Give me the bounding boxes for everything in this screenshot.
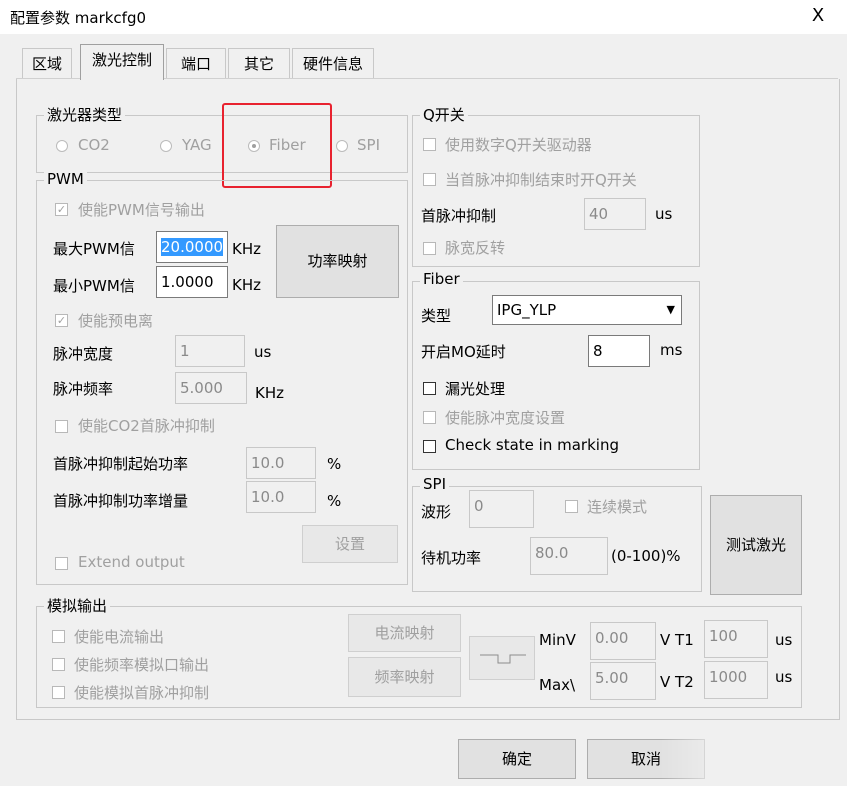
spi-label: SPI <box>420 475 449 493</box>
first-power-inc-label: 首脉冲抑制功率增量 <box>53 492 189 510</box>
chevron-down-icon: ▼ <box>666 303 675 316</box>
first-suppress-label: 首脉冲抑制 <box>421 207 497 225</box>
mo-delay-input[interactable]: 8 <box>588 335 650 367</box>
first-power-inc-unit: % <box>327 492 342 510</box>
ok-button[interactable]: 确定 <box>458 739 576 779</box>
freq-map-button[interactable]: 频率映射 <box>348 657 461 697</box>
pulse-width-unit: us <box>254 343 272 361</box>
enable-preion-checkbox[interactable]: ✓ <box>55 314 68 327</box>
enable-preion-label: 使能预电离 <box>78 312 154 330</box>
fiber-label: Fiber <box>420 270 463 288</box>
wave-label: 波形 <box>421 503 452 521</box>
enable-freq-checkbox[interactable] <box>52 658 65 671</box>
enable-width-label: 使能脉冲宽度设置 <box>445 409 566 427</box>
enable-co2-first-checkbox[interactable] <box>55 420 68 433</box>
tab-laser-control[interactable]: 激光控制 <box>80 44 164 80</box>
vt2-label: V T2 <box>660 673 694 691</box>
mo-delay-unit: ms <box>660 341 683 359</box>
continuous-checkbox[interactable] <box>565 500 578 513</box>
open-q-label: 当首脉冲抑制结束时开Q开关 <box>445 171 637 189</box>
use-digital-q-checkbox[interactable] <box>423 138 436 151</box>
enable-first-label: 使能模拟首脉冲抑制 <box>74 684 210 702</box>
tab-hardware-info[interactable]: 硬件信息 <box>292 48 374 79</box>
pulse-invert-label: 脉宽反转 <box>445 239 506 257</box>
maxv-label: Max\ <box>539 676 576 694</box>
wave-input[interactable]: 0 <box>469 490 534 528</box>
max-pwm-input[interactable]: 20.0000 <box>156 231 228 263</box>
first-start-power-label: 首脉冲抑制起始功率 <box>53 455 189 473</box>
standby-input[interactable]: 80.0 <box>530 537 608 575</box>
extend-output-label: Extend output <box>78 553 185 571</box>
enable-co2-first-label: 使能CO2首脉冲抑制 <box>78 417 215 435</box>
min-pwm-unit: KHz <box>232 276 261 294</box>
enable-freq-label: 使能频率模拟口输出 <box>74 656 210 674</box>
current-map-button[interactable]: 电流映射 <box>348 614 461 652</box>
standby-label: 待机功率 <box>421 549 482 567</box>
tab-other[interactable]: 其它 <box>228 48 290 79</box>
enable-pwm-checkbox[interactable]: ✓ <box>55 203 68 216</box>
minv-input[interactable]: 0.00 <box>590 622 656 660</box>
extend-output-checkbox[interactable] <box>55 557 68 570</box>
mo-delay-label: 开启MO延时 <box>421 343 506 361</box>
minv-label: MinV <box>539 631 576 649</box>
pwm-label: PWM <box>44 170 87 188</box>
check-state-label: Check state in marking <box>445 436 619 454</box>
power-map-button[interactable]: 功率映射 <box>276 225 399 298</box>
first-start-power-unit: % <box>327 455 342 473</box>
laser-type-label: 激光器类型 <box>44 104 126 125</box>
enable-current-checkbox[interactable] <box>52 630 65 643</box>
continuous-label: 连续模式 <box>587 498 648 516</box>
pulse-width-input[interactable]: 1 <box>175 335 245 367</box>
qswitch-label: Q开关 <box>420 104 468 125</box>
enable-width-checkbox[interactable] <box>423 411 436 424</box>
first-suppress-unit: us <box>655 205 673 223</box>
max-pwm-label: 最大PWM信 <box>53 240 135 258</box>
settings-button[interactable]: 设置 <box>302 525 398 563</box>
t1-unit: us <box>775 631 793 649</box>
first-suppress-input[interactable]: 40 <box>584 198 646 230</box>
tab-region[interactable]: 区域 <box>22 48 72 79</box>
max-pwm-unit: KHz <box>232 240 261 258</box>
highlight-annotation <box>222 103 332 188</box>
min-pwm-label: 最小PWM信 <box>53 277 135 295</box>
check-state-checkbox[interactable] <box>423 440 436 453</box>
waveform-icon[interactable] <box>469 636 535 680</box>
radio-yag[interactable] <box>160 140 172 152</box>
radio-co2[interactable] <box>56 140 68 152</box>
pulse-freq-label: 脉冲频率 <box>53 380 114 398</box>
window-title: 配置参数 markcfg0 <box>10 9 147 27</box>
close-icon[interactable]: X <box>806 4 830 28</box>
pulse-freq-unit: KHz <box>255 384 284 402</box>
enable-first-checkbox[interactable] <box>52 686 65 699</box>
open-q-checkbox[interactable] <box>423 173 436 186</box>
radio-spi[interactable] <box>336 140 348 152</box>
watermark-fade <box>660 730 847 786</box>
min-pwm-input[interactable]: 1.0000 <box>156 266 228 298</box>
fiber-type-select[interactable]: IPG_YLP ▼ <box>492 295 682 325</box>
enable-pwm-label: 使能PWM信号输出 <box>78 201 205 219</box>
test-laser-button[interactable]: 测试激光 <box>710 495 802 595</box>
leak-label: 漏光处理 <box>445 380 506 398</box>
first-power-inc-input[interactable]: 10.0 <box>246 481 316 513</box>
fiber-type-label: 类型 <box>421 307 452 325</box>
leak-checkbox[interactable] <box>423 382 436 395</box>
pulse-width-label: 脉冲宽度 <box>53 345 114 363</box>
vt1-label: V T1 <box>660 631 694 649</box>
analog-label: 模拟输出 <box>44 595 111 616</box>
first-start-power-input[interactable]: 10.0 <box>246 447 316 479</box>
standby-unit: (0-100)% <box>611 547 681 565</box>
pulse-freq-input[interactable]: 5.000 <box>175 372 247 404</box>
radio-spi-label: SPI <box>357 136 380 154</box>
tab-port[interactable]: 端口 <box>166 48 226 79</box>
t1-input[interactable]: 100 <box>704 620 768 658</box>
radio-co2-label: CO2 <box>78 136 110 154</box>
t2-input[interactable]: 1000 <box>704 661 768 699</box>
enable-current-label: 使能电流输出 <box>74 628 165 646</box>
pulse-invert-checkbox[interactable] <box>423 242 436 255</box>
radio-yag-label: YAG <box>182 136 212 154</box>
use-digital-q-label: 使用数字Q开关驱动器 <box>445 136 592 154</box>
t2-unit: us <box>775 668 793 686</box>
maxv-input[interactable]: 5.00 <box>590 662 656 700</box>
